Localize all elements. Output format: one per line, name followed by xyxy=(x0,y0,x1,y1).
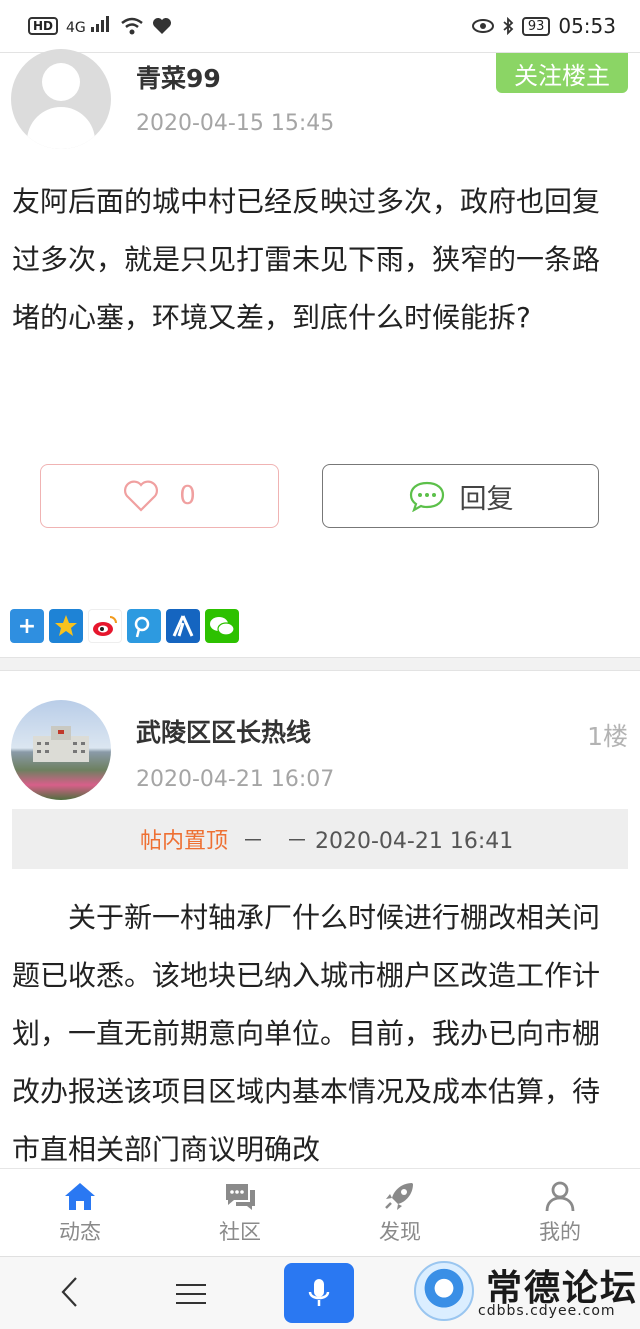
pinned-info: － － 2020-04-21 16:41 xyxy=(242,829,514,854)
avatar[interactable] xyxy=(11,49,111,149)
reply-author[interactable]: 武陵区区长热线 xyxy=(136,713,311,749)
heart-icon xyxy=(124,480,159,512)
bluetooth-icon xyxy=(503,17,514,35)
voice-search-button[interactable] xyxy=(284,1263,354,1323)
hd-indicator: HD xyxy=(28,17,59,35)
tencent-weibo-icon[interactable] xyxy=(127,609,161,643)
reply-card: 武陵区区长热线 2020-04-21 16:07 1楼 帖内置顶 － － 202… xyxy=(0,670,640,1170)
reply-content: 关于新一村轴承厂什么时候进行棚改相关问题已收悉。该地块已纳入城市棚户区改造工作计… xyxy=(12,901,601,1166)
tab-community[interactable]: 社区 xyxy=(160,1169,320,1256)
bottom-tab-bar: 动态 社区 发现 我的 xyxy=(0,1168,640,1256)
pinned-label: 帖内置顶 xyxy=(140,829,229,854)
like-count: 0 xyxy=(179,481,196,511)
tab-label: 发现 xyxy=(379,1219,421,1244)
reply-label: 回复 xyxy=(459,483,514,515)
tab-discover[interactable]: 发现 xyxy=(320,1169,480,1256)
tab-label: 动态 xyxy=(59,1219,101,1244)
renren-icon[interactable] xyxy=(166,609,200,643)
comment-icon xyxy=(409,481,444,512)
eye-icon xyxy=(471,19,494,33)
clock: 05:53 xyxy=(558,14,616,38)
reply-button[interactable]: 回复 xyxy=(322,464,599,528)
reply-date: 2020-04-21 16:07 xyxy=(136,767,335,792)
menu-icon[interactable] xyxy=(176,1277,206,1311)
user-icon xyxy=(545,1181,575,1211)
weibo-icon[interactable] xyxy=(88,609,122,643)
follow-author-button[interactable]: 关注楼主 xyxy=(496,53,628,93)
battery-indicator: 93 xyxy=(521,16,551,36)
status-bar: HD 4G 93 05:53 xyxy=(0,0,640,52)
chat-icon xyxy=(226,1183,255,1210)
watermark-url: cdbbs.cdyee.com xyxy=(478,1303,616,1319)
heart-rate-icon xyxy=(153,18,172,34)
home-icon xyxy=(65,1182,95,1210)
pinned-info-bar: 帖内置顶 － － 2020-04-21 16:41 xyxy=(12,809,628,869)
wifi-icon xyxy=(121,17,144,35)
add-icon[interactable]: + xyxy=(10,609,44,643)
browser-nav-bar: 常德论坛 cdbbs.cdyee.com xyxy=(0,1256,640,1329)
tab-label: 我的 xyxy=(539,1219,581,1244)
signal-icon: 4G xyxy=(66,16,112,36)
floor-number: 1楼 xyxy=(587,722,628,751)
share-row: + xyxy=(10,609,239,643)
tab-label: 社区 xyxy=(219,1219,261,1244)
post-content: 友阿后面的城中村已经反映过多次，政府也回复过多次，就是只见打雷未见下雨，狭窄的一… xyxy=(12,185,601,334)
microphone-icon xyxy=(308,1279,330,1306)
post-author[interactable]: 青菜99 xyxy=(136,59,221,95)
back-icon[interactable] xyxy=(58,1275,82,1309)
like-button[interactable]: 0 xyxy=(40,464,279,528)
rocket-icon xyxy=(385,1182,413,1210)
qzone-icon[interactable] xyxy=(49,609,83,643)
post-date: 2020-04-15 15:45 xyxy=(136,111,335,136)
wechat-icon[interactable] xyxy=(205,609,239,643)
original-post-card: 青菜99 2020-04-15 15:45 关注楼主 友阿后面的城中村已经反映过… xyxy=(0,49,640,658)
tab-dynamic[interactable]: 动态 xyxy=(0,1169,160,1256)
watermark-logo xyxy=(414,1261,474,1321)
avatar[interactable] xyxy=(11,700,111,800)
tab-mine[interactable]: 我的 xyxy=(480,1169,640,1256)
